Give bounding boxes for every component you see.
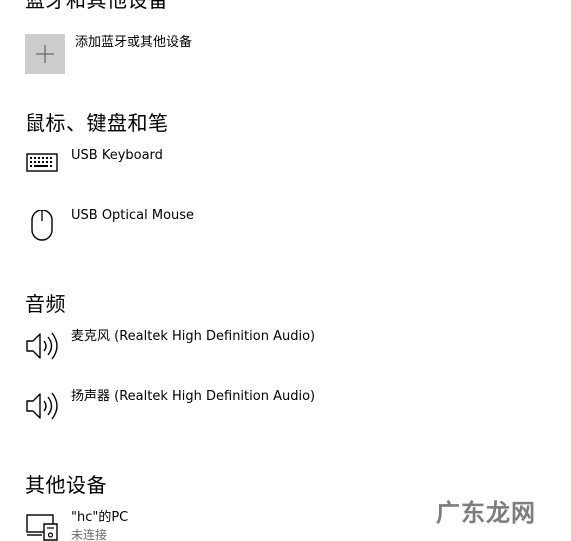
speaker-icon [26, 332, 58, 360]
section-title-mouse-keyboard: 鼠标、键盘和笔 [25, 111, 169, 135]
keyboard-icon [26, 153, 58, 172]
section-title-other-devices: 其他设备 [25, 473, 107, 497]
device-name: USB Optical Mouse [71, 208, 195, 223]
section-title-bluetooth: 蓝牙和其他设备 [25, 0, 169, 12]
device-name: 扬声器 (Realtek High Definition Audio) [71, 389, 316, 404]
device-name: "hc"的PC [71, 510, 129, 525]
plus-icon [36, 45, 54, 63]
bluetooth-devices-settings-page: 蓝牙和其他设备 添加蓝牙或其他设备 鼠标、键盘和笔 USB Keyboard U… [0, 0, 571, 541]
display-device-icon [26, 514, 58, 541]
speaker-icon [26, 392, 58, 420]
device-item-keyboard[interactable]: USB Keyboard [22, 148, 542, 190]
device-item-mouse[interactable]: USB Optical Mouse [22, 208, 542, 250]
section-title-audio: 音频 [25, 292, 66, 316]
add-device-button[interactable] [25, 34, 65, 74]
device-name: USB Keyboard [71, 148, 163, 163]
add-device-label[interactable]: 添加蓝牙或其他设备 [75, 35, 192, 51]
watermark-text: 广东龙网 [436, 499, 536, 527]
device-item-speaker[interactable]: 扬声器 (Realtek High Definition Audio) [22, 389, 542, 431]
device-item-microphone[interactable]: 麦克风 (Realtek High Definition Audio) [22, 329, 542, 371]
device-status: 未连接 [71, 528, 108, 541]
device-name: 麦克风 (Realtek High Definition Audio) [71, 329, 316, 344]
mouse-icon [31, 210, 53, 241]
